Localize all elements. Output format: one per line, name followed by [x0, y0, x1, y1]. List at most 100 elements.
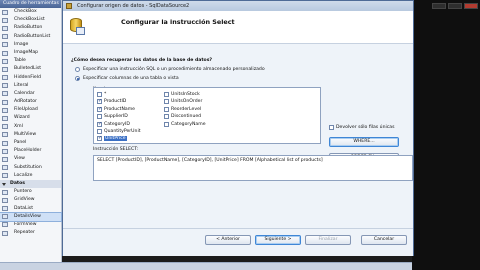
toolbox-item-label: MultiView: [14, 131, 37, 137]
control-icon: [2, 197, 8, 203]
unique-rows-checkbox[interactable]: Devolver sólo filas únicas: [329, 125, 395, 130]
next-button[interactable]: Siguiente >: [255, 235, 301, 245]
column-checkbox[interactable]: [97, 106, 102, 112]
toolbox-data-item[interactable]: GridView: [0, 196, 61, 204]
column-item[interactable]: UnitsOnOrder: [164, 98, 202, 105]
toolbox-item-label: CheckBoxList: [14, 17, 45, 23]
control-icon: [2, 83, 8, 89]
radio-table-view[interactable]: [75, 76, 80, 81]
control-icon: [2, 165, 8, 171]
toolbox-item[interactable]: PlaceHolder: [0, 147, 61, 155]
control-icon: [2, 91, 8, 97]
column-label: CategoryName: [171, 121, 206, 127]
column-label: UnitsOnOrder: [171, 99, 203, 105]
toolbox-item[interactable]: Localize: [0, 172, 61, 180]
finish-button[interactable]: Finalizar: [305, 235, 351, 245]
control-icon: [2, 230, 8, 236]
toolbox-list: CheckBox CheckBoxList RadioButton RadioButt…: [0, 8, 62, 237]
unique-rows-box[interactable]: [329, 125, 334, 130]
dialog-title: Configurar origen de datos - SqlDataSour…: [77, 3, 190, 9]
toolbox-item[interactable]: RadioButton: [0, 24, 61, 32]
column-label: UnitPrice: [104, 136, 127, 142]
toolbox-item[interactable]: ImageMap: [0, 49, 61, 57]
control-icon: [2, 206, 8, 212]
column-item[interactable]: ProductID: [97, 98, 126, 105]
toolbox-data-item[interactable]: DataList: [0, 205, 61, 213]
column-checkbox[interactable]: [97, 135, 102, 142]
toolbox-item-label: DetailsView: [14, 213, 41, 219]
column-checkbox[interactable]: [164, 92, 169, 97]
control-icon: [2, 116, 8, 122]
where-button[interactable]: WHERE...: [329, 137, 399, 147]
column-item[interactable]: ReorderLevel: [164, 106, 201, 113]
column-checkbox[interactable]: [164, 114, 169, 120]
column-checkbox[interactable]: [97, 129, 102, 134]
column-label: Discontinued: [171, 114, 202, 120]
column-checkbox[interactable]: [97, 92, 102, 97]
radio-custom-sql-label[interactable]: Especificar una instrucción SQL o un pro…: [83, 67, 265, 72]
toolbox-item-label: Substitution: [14, 164, 42, 170]
toolbox-item[interactable]: CheckBox: [0, 8, 61, 16]
toolbox-data-item[interactable]: Puntero: [0, 188, 61, 196]
control-icon: [2, 25, 8, 31]
radio-table-view-label[interactable]: Especificar columnas de una tabla o vist…: [83, 76, 179, 81]
minimize-icon[interactable]: [432, 3, 446, 9]
column-item[interactable]: UnitsInStock: [164, 91, 200, 98]
toolbox-data-item[interactable]: DetailsView: [0, 211, 62, 222]
radio-custom-sql[interactable]: [75, 67, 80, 72]
toolbox-item[interactable]: BulletedList: [0, 65, 61, 73]
toolbox-item[interactable]: Table: [0, 57, 61, 65]
column-checkbox[interactable]: [97, 98, 102, 105]
column-item[interactable]: Discontinued: [164, 113, 201, 120]
cancel-button[interactable]: Cancelar: [361, 235, 407, 245]
toolbox-item[interactable]: Calendar: [0, 90, 61, 98]
control-icon: [2, 58, 8, 64]
toolbox-item[interactable]: HiddenField: [0, 74, 61, 82]
control-icon: [2, 34, 8, 40]
toolbox-item[interactable]: Xml: [0, 123, 61, 131]
column-label: ProductName: [104, 106, 135, 112]
control-icon: [2, 140, 8, 146]
column-checkbox[interactable]: [97, 114, 102, 120]
control-icon: [2, 9, 8, 15]
toolbox-data-item[interactable]: Repeater: [0, 229, 61, 237]
column-item[interactable]: CategoryID: [97, 121, 130, 128]
toolbox-item[interactable]: View: [0, 155, 61, 163]
column-checkbox[interactable]: [164, 99, 169, 105]
column-item[interactable]: *: [97, 91, 106, 98]
toolbox-item[interactable]: Wizard: [0, 114, 61, 122]
toolbox-data-item[interactable]: FormView: [0, 221, 61, 229]
column-item[interactable]: UnitPrice: [97, 135, 127, 142]
column-item[interactable]: QuantityPerUnit: [97, 128, 141, 135]
maximize-icon[interactable]: [448, 3, 462, 9]
toolbox-item[interactable]: Substitution: [0, 164, 61, 172]
toolbox-item[interactable]: CheckBoxList: [0, 16, 61, 24]
column-checkbox[interactable]: [164, 106, 169, 112]
column-item[interactable]: SupplierID: [97, 113, 128, 120]
toolbox-item-label: RadioButtonList: [14, 33, 51, 39]
control-icon: [2, 156, 8, 162]
toolbox-item[interactable]: Panel: [0, 139, 61, 147]
toolbox-item[interactable]: RadioButtonList: [0, 33, 61, 41]
close-icon[interactable]: [464, 3, 478, 9]
toolbox-item[interactable]: FileUpload: [0, 106, 61, 114]
toolbox-item-label: HiddenField: [14, 74, 41, 80]
toolbox-item[interactable]: AdRotator: [0, 98, 61, 106]
toolbox-item[interactable]: Literal: [0, 82, 61, 90]
column-item[interactable]: ProductName: [97, 106, 135, 113]
dialog-header: Configurar la instrucción Select: [63, 11, 413, 44]
control-icon: [2, 189, 8, 195]
toolbox-item-label: AdRotator: [14, 99, 37, 105]
toolbox-item[interactable]: Image: [0, 41, 61, 49]
control-icon: [2, 132, 8, 138]
column-checkbox[interactable]: [97, 121, 102, 127]
column-label: CategoryID: [104, 121, 130, 127]
control-icon: [2, 107, 8, 113]
column-item[interactable]: CategoryName: [164, 121, 206, 128]
toolbox-section-datos[interactable]: Datos: [0, 179, 61, 189]
back-button[interactable]: < Anterior: [205, 235, 251, 245]
toolbox-item-label: Repeater: [14, 230, 35, 236]
column-checkbox[interactable]: [164, 121, 169, 127]
column-label: UnitsInStock: [171, 92, 200, 97]
toolbox-item[interactable]: MultiView: [0, 131, 61, 139]
